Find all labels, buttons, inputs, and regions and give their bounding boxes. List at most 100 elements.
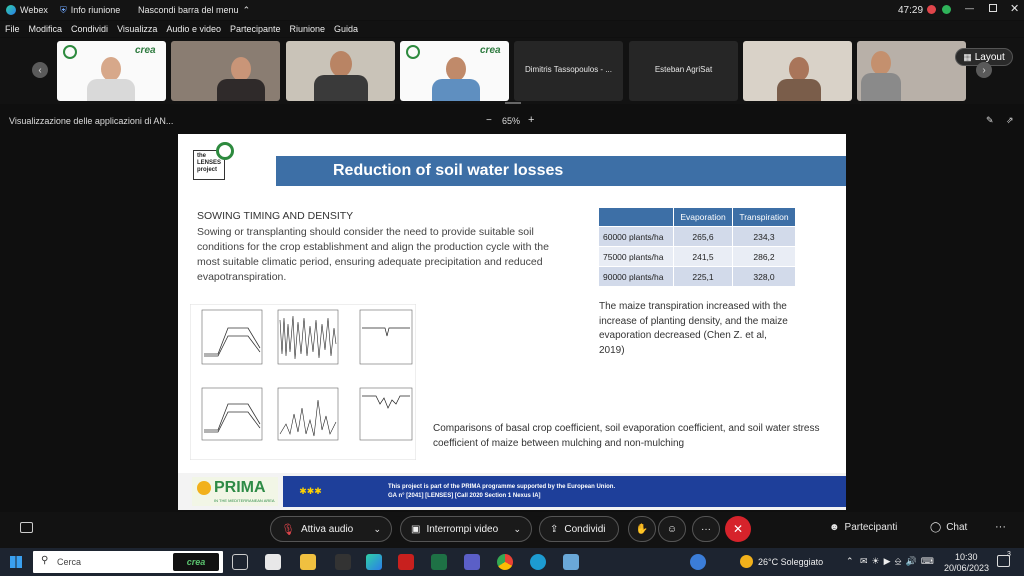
table-cell: 75000 plants/ha bbox=[599, 247, 673, 266]
chrome-icon[interactable] bbox=[497, 554, 513, 570]
meeting-controls: 🎙 Attiva audio ⌄ ▣ Interrompi video ⌄ ⇪ … bbox=[0, 512, 1024, 548]
menu-condividi[interactable]: Condividi bbox=[71, 24, 108, 34]
crea-search-highlight: crea bbox=[173, 553, 219, 571]
tray-icons[interactable]: ✉☀▶⎒🔊⌨ bbox=[860, 556, 938, 567]
slide-title-banner: Reduction of soil water losses bbox=[276, 156, 846, 186]
camera-icon: ▣ bbox=[411, 523, 421, 535]
zoom-level: 65% bbox=[502, 116, 521, 126]
teams-icon[interactable] bbox=[464, 554, 480, 570]
participant-tile-3[interactable] bbox=[286, 41, 395, 101]
file-explorer-icon[interactable] bbox=[300, 554, 316, 570]
meeting-info-button[interactable]: ⛨ Info riunione bbox=[60, 5, 120, 16]
crea-logo: crea bbox=[135, 45, 156, 56]
meeting-info-label: Info riunione bbox=[70, 5, 121, 15]
annotate-icon[interactable]: ✎ bbox=[986, 115, 994, 126]
zoom-in-button[interactable]: + bbox=[528, 114, 534, 126]
edge-icon[interactable] bbox=[530, 554, 546, 570]
participant-body bbox=[861, 73, 901, 101]
participant-tile-2[interactable] bbox=[171, 41, 280, 101]
minimize-icon[interactable]: — bbox=[965, 3, 974, 13]
next-page-button[interactable]: › bbox=[976, 62, 992, 78]
paint-icon[interactable] bbox=[563, 554, 579, 570]
slide-title: Reduction of soil water losses bbox=[333, 162, 564, 179]
record-icon[interactable] bbox=[927, 5, 936, 14]
chevron-down-icon[interactable]: ⌄ bbox=[513, 524, 521, 535]
search-placeholder: Cerca bbox=[57, 557, 82, 567]
transpiration-note: The maize transpiration increased with t… bbox=[599, 301, 788, 356]
title-bar: Webex ⛨ Info riunione Nascondi barra del… bbox=[0, 0, 1024, 20]
prima-sun-icon bbox=[197, 481, 211, 495]
captions-icon[interactable] bbox=[20, 522, 33, 533]
windows-taskbar: ⚲ Cerca crea 26°C Soleggiato ⌃ ✉☀▶⎒🔊⌨ 10… bbox=[0, 548, 1024, 576]
participant-tile-1[interactable]: crea bbox=[57, 41, 166, 101]
menu-audio-video[interactable]: Audio e video bbox=[166, 24, 221, 34]
help-icon[interactable] bbox=[690, 554, 706, 570]
participant-tile-7[interactable] bbox=[743, 41, 852, 101]
prev-page-button[interactable]: ‹ bbox=[32, 62, 48, 78]
webex-taskbar-icon[interactable] bbox=[366, 554, 382, 570]
more-options-button[interactable]: ··· bbox=[692, 516, 720, 542]
taskbar-search[interactable]: ⚲ Cerca crea bbox=[33, 551, 223, 573]
participant-avatar bbox=[871, 51, 891, 75]
tray-chevron-icon[interactable]: ⌃ bbox=[846, 556, 854, 567]
footer-line-2: GA n° [2041] [LENSES] [Call 2020 Section… bbox=[388, 493, 541, 499]
participant-tile-4[interactable]: crea bbox=[400, 41, 509, 101]
more-panels-icon[interactable]: ··· bbox=[995, 521, 1006, 533]
shared-slide: the LENSES project Reduction of soil wat… bbox=[178, 134, 846, 510]
prima-subtitle: IN THE MEDITERRANEAN AREA bbox=[214, 498, 275, 503]
section-body: Sowing or transplanting should consider … bbox=[197, 226, 549, 283]
clock-date[interactable]: 20/06/2023 bbox=[944, 563, 989, 573]
table-row: 60000 plants/ha 265,6 234,3 bbox=[599, 227, 795, 246]
figure-caption: Comparisons of basal crop coefficient, s… bbox=[433, 423, 820, 449]
eu-stars-icon: ✱✱✱ bbox=[299, 486, 322, 496]
menu-guida[interactable]: Guida bbox=[334, 24, 358, 34]
chevron-right-icon: › bbox=[982, 64, 986, 76]
share-button[interactable]: ⇪ Condividi bbox=[539, 516, 619, 542]
footer-line-1: This project is part of the PRIMA progra… bbox=[388, 484, 616, 490]
participant-body bbox=[777, 79, 821, 101]
menu-riunione[interactable]: Riunione bbox=[290, 24, 326, 34]
store-icon[interactable] bbox=[265, 554, 281, 570]
menu-modifica[interactable]: Modifica bbox=[29, 24, 63, 34]
chat-button[interactable]: ◯ Chat bbox=[930, 522, 967, 533]
planting-density-table: Evaporation Transpiration 60000 plants/h… bbox=[598, 207, 796, 287]
restore-icon[interactable] bbox=[989, 4, 997, 12]
participant-avatar bbox=[330, 51, 352, 77]
weather-text[interactable]: 26°C Soleggiato bbox=[758, 557, 823, 567]
participant-tile-6[interactable]: Esteban AgriSat bbox=[629, 41, 738, 101]
excel-icon[interactable] bbox=[431, 554, 447, 570]
chat-bubble-icon: ◯ bbox=[930, 522, 942, 533]
menu-visualizza[interactable]: Visualizza bbox=[117, 24, 157, 34]
participant-tile-5[interactable]: Dimitris Tassopoulos - ... bbox=[514, 41, 623, 101]
menu-partecipante[interactable]: Partecipante bbox=[230, 24, 281, 34]
participants-button[interactable]: ☻ Partecipanti bbox=[829, 522, 897, 533]
clock-time[interactable]: 10:30 bbox=[955, 552, 978, 562]
pin-icon[interactable] bbox=[335, 554, 351, 570]
hide-menu-label: Nascondi barra del menu bbox=[138, 5, 239, 15]
zoom-out-button[interactable]: − bbox=[486, 115, 492, 126]
share-title: Visualizzazione delle applicazioni di AN… bbox=[9, 116, 174, 126]
participant-name: Esteban AgriSat bbox=[654, 65, 713, 74]
task-view-icon[interactable] bbox=[232, 554, 248, 570]
end-call-button[interactable]: ✕ bbox=[725, 516, 751, 542]
stop-video-button[interactable]: ▣ Interrompi video ⌄ bbox=[400, 516, 532, 542]
unmute-button[interactable]: 🎙 Attiva audio ⌄ bbox=[270, 516, 392, 542]
participant-avatar bbox=[101, 57, 121, 81]
chevron-down-icon[interactable]: ⌄ bbox=[373, 524, 381, 535]
windows-start-icon[interactable] bbox=[10, 556, 22, 568]
acrobat-icon[interactable] bbox=[398, 554, 414, 570]
webex-app[interactable]: Webex bbox=[6, 5, 48, 15]
close-icon[interactable]: ✕ bbox=[1010, 2, 1019, 15]
raise-hand-button[interactable]: ✋ bbox=[628, 516, 656, 542]
grid-icon: ▦ bbox=[963, 51, 972, 62]
menu-file[interactable]: File bbox=[5, 24, 20, 34]
logo-line-3: project bbox=[197, 167, 218, 173]
stats-icon[interactable] bbox=[942, 5, 951, 14]
reactions-button[interactable]: ☺ bbox=[658, 516, 686, 542]
strip-resize-handle[interactable] bbox=[505, 102, 521, 104]
timer-value: 47:29 bbox=[898, 4, 924, 16]
pop-out-icon[interactable]: ⇗ bbox=[1006, 115, 1014, 126]
hide-menu-button[interactable]: Nascondi barra del menu ⌃ bbox=[138, 5, 250, 16]
participant-tile-8[interactable] bbox=[857, 41, 966, 101]
participant-name: Dimitris Tassopoulos - ... bbox=[525, 65, 612, 74]
